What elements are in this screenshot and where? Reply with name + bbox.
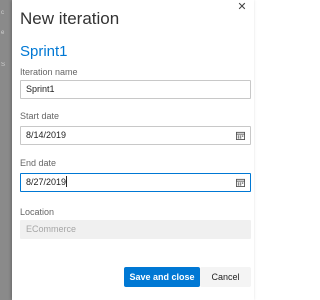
background-text: c: [1, 10, 4, 16]
new-iteration-dialog: ✕ New iteration Sprint1 Iteration name S…: [12, 0, 254, 300]
iteration-name-heading: Sprint1: [20, 43, 68, 60]
end-date-label: End date: [20, 158, 57, 168]
start-date-label: Start date: [20, 111, 60, 121]
location-label: Location: [20, 207, 55, 217]
close-icon[interactable]: ✕: [236, 1, 248, 13]
save-and-close-button[interactable]: Save and close: [124, 267, 200, 287]
iteration-name-label: Iteration name: [20, 67, 78, 77]
text-caret: [66, 176, 68, 187]
iteration-name-value: Sprint1: [26, 84, 55, 94]
background-text: S: [1, 62, 6, 68]
background-page: c e S: [0, 0, 12, 300]
dialog-title: New iteration: [20, 9, 120, 28]
start-date-value: 8/14/2019: [26, 130, 67, 140]
end-date-value: 8/27/2019: [26, 177, 67, 187]
cancel-button[interactable]: Cancel: [200, 267, 251, 287]
calendar-icon[interactable]: [236, 131, 245, 140]
start-date-input[interactable]: 8/14/2019: [20, 126, 251, 145]
iteration-name-input[interactable]: Sprint1: [20, 80, 251, 99]
location-input: ECommerce: [20, 220, 251, 239]
end-date-input[interactable]: 8/27/2019: [20, 173, 251, 192]
location-value: ECommerce: [26, 224, 77, 234]
calendar-icon[interactable]: [236, 178, 245, 187]
background-text: e: [1, 30, 5, 36]
